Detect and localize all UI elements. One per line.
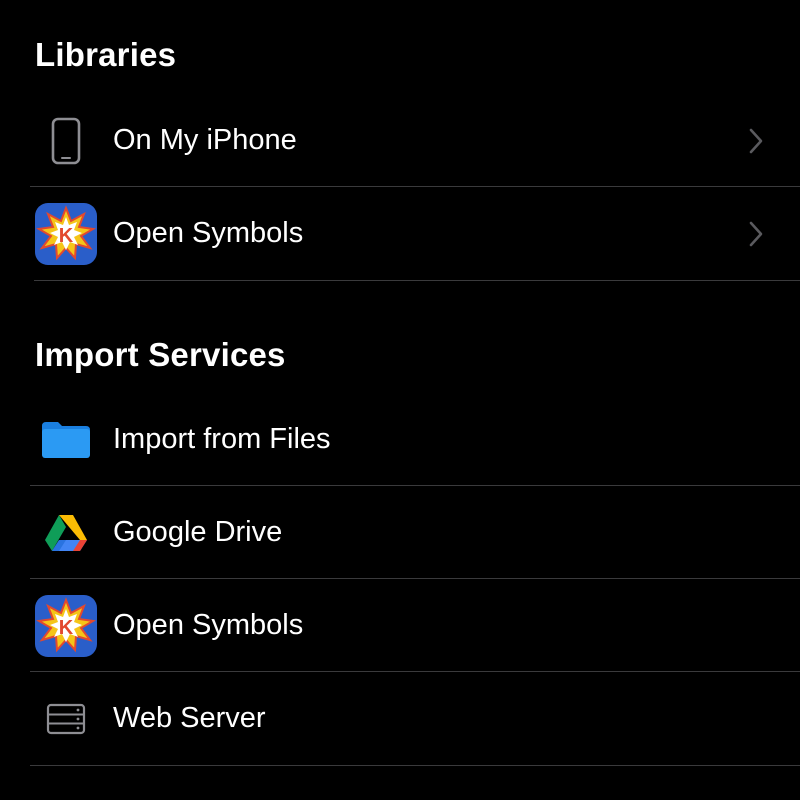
open-symbols-app-icon: K xyxy=(34,202,98,266)
import-item-label: Google Drive xyxy=(113,516,283,548)
import-item-files[interactable]: Import from Files xyxy=(0,393,800,486)
import-item-label: Open Symbols xyxy=(113,609,304,641)
library-item-label: Open Symbols xyxy=(113,217,304,249)
server-icon xyxy=(34,687,98,751)
section-separator xyxy=(34,280,800,281)
files-folder-icon xyxy=(34,408,98,472)
libraries-section-title: Libraries xyxy=(35,36,177,73)
svg-text:K: K xyxy=(59,617,74,639)
import-item-label: Import from Files xyxy=(113,423,331,455)
chevron-right-icon xyxy=(749,221,763,247)
iphone-icon xyxy=(34,109,98,173)
library-item-on-my-iphone[interactable]: On My iPhone xyxy=(0,94,800,187)
library-item-open-symbols[interactable]: K Open Symbols xyxy=(0,187,800,280)
import-item-open-symbols[interactable]: K Open Symbols xyxy=(0,579,800,672)
library-item-label: On My iPhone xyxy=(113,124,297,156)
import-item-google-drive[interactable]: Google Drive xyxy=(0,486,800,579)
import-item-label: Web Server xyxy=(113,702,266,734)
row-separator xyxy=(30,765,800,766)
svg-text:K: K xyxy=(59,225,74,247)
import-item-web-server[interactable]: Web Server xyxy=(0,672,800,765)
chevron-right-icon xyxy=(749,128,763,154)
import-services-section-title: Import Services xyxy=(35,336,286,373)
open-symbols-app-icon: K xyxy=(34,594,98,658)
google-drive-icon xyxy=(34,501,98,565)
